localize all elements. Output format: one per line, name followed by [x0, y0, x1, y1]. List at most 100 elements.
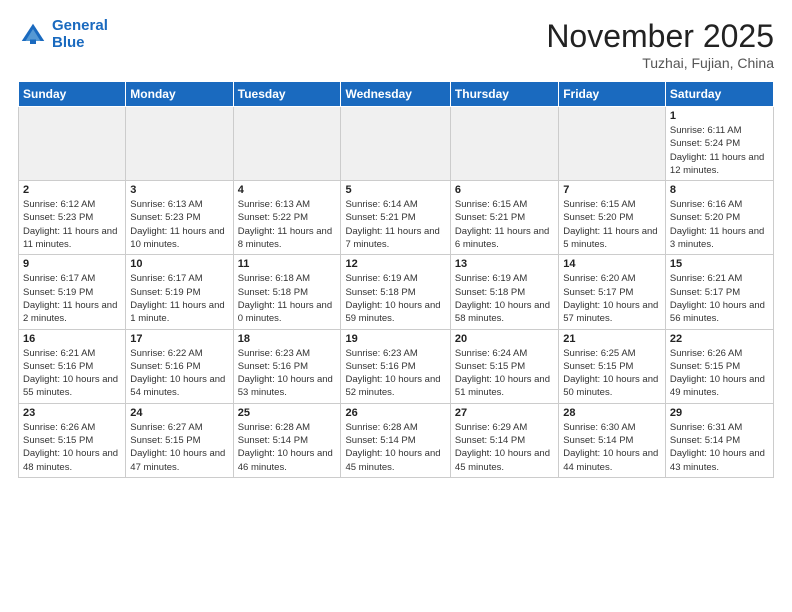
day-number: 28	[563, 407, 661, 419]
day-info: Sunrise: 6:11 AM Sunset: 5:24 PM Dayligh…	[670, 124, 769, 177]
subtitle: Tuzhai, Fujian, China	[546, 55, 774, 71]
table-row: 4 Sunrise: 6:13 AM Sunset: 5:22 PM Daylig…	[233, 181, 341, 255]
day-info: Sunrise: 6:30 AM Sunset: 5:14 PM Dayligh…	[563, 421, 661, 474]
table-row: 14 Sunrise: 6:20 AM Sunset: 5:17 PM Dayli…	[559, 255, 666, 329]
table-row	[450, 107, 558, 181]
day-number: 19	[345, 333, 445, 345]
table-row: 22Sunrise: 6:26 AM Sunset: 5:15 PM Dayli…	[665, 329, 773, 403]
day-number: 27	[455, 407, 554, 419]
month-title: November 2025	[546, 18, 774, 55]
table-row: 15 Sunrise: 6:21 AM Sunset: 5:17 PM Dayli…	[665, 255, 773, 329]
day-number: 9	[23, 258, 121, 270]
day-info: Sunrise: 6:12 AM Sunset: 5:23 PM Dayligh…	[23, 198, 121, 251]
day-number: 1	[670, 110, 769, 122]
th-saturday: Saturday	[665, 82, 773, 107]
day-info: Sunrise: 6:24 AM Sunset: 5:15 PM Dayligh…	[455, 347, 554, 400]
day-info: Sunrise: 6:29 AM Sunset: 5:14 PM Dayligh…	[455, 421, 554, 474]
day-info: Sunrise: 6:28 AM Sunset: 5:14 PM Dayligh…	[238, 421, 337, 474]
day-number: 3	[130, 184, 228, 196]
day-number: 26	[345, 407, 445, 419]
table-row	[126, 107, 233, 181]
logo-blue: Blue	[52, 34, 85, 51]
day-number: 4	[238, 184, 337, 196]
th-monday: Monday	[126, 82, 233, 107]
day-number: 2	[23, 184, 121, 196]
day-info: Sunrise: 6:22 AM Sunset: 5:16 PM Dayligh…	[130, 347, 228, 400]
day-info: Sunrise: 6:19 AM Sunset: 5:18 PM Dayligh…	[455, 272, 554, 325]
day-info: Sunrise: 6:19 AM Sunset: 5:18 PM Dayligh…	[345, 272, 445, 325]
day-info: Sunrise: 6:13 AM Sunset: 5:22 PM Dayligh…	[238, 198, 337, 251]
table-row: 13Sunrise: 6:19 AM Sunset: 5:18 PM Dayli…	[450, 255, 558, 329]
day-number: 7	[563, 184, 661, 196]
day-info: Sunrise: 6:23 AM Sunset: 5:16 PM Dayligh…	[345, 347, 445, 400]
table-row: 25Sunrise: 6:28 AM Sunset: 5:14 PM Dayli…	[233, 403, 341, 477]
th-tuesday: Tuesday	[233, 82, 341, 107]
logo: General Blue	[18, 18, 108, 51]
table-row: 23 Sunrise: 6:26 AM Sunset: 5:15 PM Dayli…	[19, 403, 126, 477]
day-number: 21	[563, 333, 661, 345]
day-number: 17	[130, 333, 228, 345]
table-row: 5 Sunrise: 6:14 AM Sunset: 5:21 PM Daylig…	[341, 181, 450, 255]
table-row: 9 Sunrise: 6:17 AM Sunset: 5:19 PM Daylig…	[19, 255, 126, 329]
page: General Blue November 2025 Tuzhai, Fujia…	[0, 0, 792, 612]
table-row	[341, 107, 450, 181]
day-info: Sunrise: 6:17 AM Sunset: 5:19 PM Dayligh…	[23, 272, 121, 325]
table-row: 29Sunrise: 6:31 AM Sunset: 5:14 PM Dayli…	[665, 403, 773, 477]
day-number: 15	[670, 258, 769, 270]
day-info: Sunrise: 6:25 AM Sunset: 5:15 PM Dayligh…	[563, 347, 661, 400]
table-row: 18Sunrise: 6:23 AM Sunset: 5:16 PM Dayli…	[233, 329, 341, 403]
day-info: Sunrise: 6:20 AM Sunset: 5:17 PM Dayligh…	[563, 272, 661, 325]
day-number: 8	[670, 184, 769, 196]
logo-icon	[18, 20, 48, 50]
table-row: 16Sunrise: 6:21 AM Sunset: 5:16 PM Dayli…	[19, 329, 126, 403]
day-number: 18	[238, 333, 337, 345]
table-row	[559, 107, 666, 181]
day-info: Sunrise: 6:26 AM Sunset: 5:15 PM Dayligh…	[23, 421, 121, 474]
table-row: 7 Sunrise: 6:15 AM Sunset: 5:20 PM Daylig…	[559, 181, 666, 255]
table-row: 1 Sunrise: 6:11 AM Sunset: 5:24 PM Daylig…	[665, 107, 773, 181]
day-info: Sunrise: 6:21 AM Sunset: 5:17 PM Dayligh…	[670, 272, 769, 325]
day-info: Sunrise: 6:15 AM Sunset: 5:21 PM Dayligh…	[455, 198, 554, 251]
table-row: 26 Sunrise: 6:28 AM Sunset: 5:14 PM Dayli…	[341, 403, 450, 477]
table-row: 8 Sunrise: 6:16 AM Sunset: 5:20 PM Daylig…	[665, 181, 773, 255]
day-info: Sunrise: 6:27 AM Sunset: 5:15 PM Dayligh…	[130, 421, 228, 474]
day-number: 12	[345, 258, 445, 270]
table-row: 19 Sunrise: 6:23 AM Sunset: 5:16 PM Dayli…	[341, 329, 450, 403]
th-thursday: Thursday	[450, 82, 558, 107]
day-info: Sunrise: 6:18 AM Sunset: 5:18 PM Dayligh…	[238, 272, 337, 325]
table-row: 3Sunrise: 6:13 AM Sunset: 5:23 PM Daylig…	[126, 181, 233, 255]
day-number: 14	[563, 258, 661, 270]
day-info: Sunrise: 6:17 AM Sunset: 5:19 PM Dayligh…	[130, 272, 228, 325]
day-info: Sunrise: 6:15 AM Sunset: 5:20 PM Dayligh…	[563, 198, 661, 251]
table-row: 11 Sunrise: 6:18 AM Sunset: 5:18 PM Dayli…	[233, 255, 341, 329]
day-number: 11	[238, 258, 337, 270]
day-info: Sunrise: 6:14 AM Sunset: 5:21 PM Dayligh…	[345, 198, 445, 251]
logo-general: General	[52, 17, 108, 34]
day-info: Sunrise: 6:21 AM Sunset: 5:16 PM Dayligh…	[23, 347, 121, 400]
logo-text: General Blue	[52, 18, 108, 51]
th-friday: Friday	[559, 82, 666, 107]
day-info: Sunrise: 6:26 AM Sunset: 5:15 PM Dayligh…	[670, 347, 769, 400]
day-number: 24	[130, 407, 228, 419]
day-number: 6	[455, 184, 554, 196]
table-row: 6 Sunrise: 6:15 AM Sunset: 5:21 PM Daylig…	[450, 181, 558, 255]
header: General Blue November 2025 Tuzhai, Fujia…	[18, 18, 774, 71]
title-block: November 2025 Tuzhai, Fujian, China	[546, 18, 774, 71]
table-row: 20 Sunrise: 6:24 AM Sunset: 5:15 PM Dayli…	[450, 329, 558, 403]
day-number: 5	[345, 184, 445, 196]
table-row: 27 Sunrise: 6:29 AM Sunset: 5:14 PM Dayli…	[450, 403, 558, 477]
table-row: 17 Sunrise: 6:22 AM Sunset: 5:16 PM Dayli…	[126, 329, 233, 403]
day-info: Sunrise: 6:28 AM Sunset: 5:14 PM Dayligh…	[345, 421, 445, 474]
table-row	[233, 107, 341, 181]
weekday-header-row: Sunday Monday Tuesday Wednesday Thursday…	[19, 82, 774, 107]
day-number: 10	[130, 258, 228, 270]
calendar: Sunday Monday Tuesday Wednesday Thursday…	[18, 81, 774, 478]
table-row: 12 Sunrise: 6:19 AM Sunset: 5:18 PM Dayli…	[341, 255, 450, 329]
table-row: 28 Sunrise: 6:30 AM Sunset: 5:14 PM Dayli…	[559, 403, 666, 477]
day-info: Sunrise: 6:16 AM Sunset: 5:20 PM Dayligh…	[670, 198, 769, 251]
day-number: 20	[455, 333, 554, 345]
day-number: 23	[23, 407, 121, 419]
th-sunday: Sunday	[19, 82, 126, 107]
table-row: 24 Sunrise: 6:27 AM Sunset: 5:15 PM Dayli…	[126, 403, 233, 477]
day-info: Sunrise: 6:31 AM Sunset: 5:14 PM Dayligh…	[670, 421, 769, 474]
